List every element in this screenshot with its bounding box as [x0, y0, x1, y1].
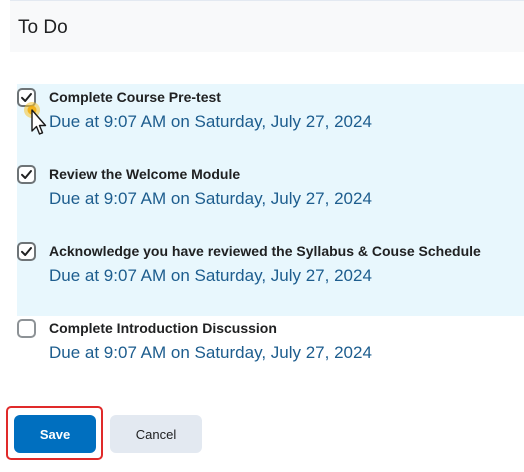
- cancel-button[interactable]: Cancel: [110, 415, 202, 453]
- todo-page: To Do Complete Course Pre-test Due at 9:…: [0, 0, 524, 472]
- task-checkbox[interactable]: [17, 242, 36, 261]
- task-due-date: Due at 9:07 AM on Saturday, July 27, 202…: [49, 189, 372, 208]
- task-due-date: Due at 9:07 AM on Saturday, July 27, 202…: [49, 266, 372, 285]
- todo-item-pre-test: Complete Course Pre-test Due at 9:07 AM …: [17, 84, 524, 161]
- task-due-date: Due at 9:07 AM on Saturday, July 27, 202…: [49, 112, 372, 131]
- task-title: Complete Course Pre-test: [49, 89, 221, 105]
- todo-item-syllabus: Acknowledge you have reviewed the Syllab…: [17, 238, 524, 316]
- task-checkbox[interactable]: [17, 319, 36, 338]
- task-title: Complete Introduction Discussion: [49, 320, 277, 336]
- todo-item-welcome-module: Review the Welcome Module Due at 9:07 AM…: [17, 161, 524, 238]
- checkmark-icon: [21, 247, 32, 256]
- task-title: Review the Welcome Module: [49, 166, 241, 182]
- save-button[interactable]: Save: [14, 415, 96, 453]
- task-checkbox[interactable]: [17, 165, 36, 184]
- task-due-date: Due at 9:07 AM on Saturday, July 27, 202…: [49, 343, 372, 362]
- mouse-pointer-icon: [24, 102, 47, 135]
- todo-header: To Do: [10, 0, 524, 52]
- page-title: To Do: [18, 17, 68, 38]
- checkmark-icon: [21, 170, 32, 179]
- task-title: Acknowledge you have reviewed the Syllab…: [49, 243, 481, 259]
- todo-item-introduction-discussion: Complete Introduction Discussion Due at …: [17, 316, 524, 378]
